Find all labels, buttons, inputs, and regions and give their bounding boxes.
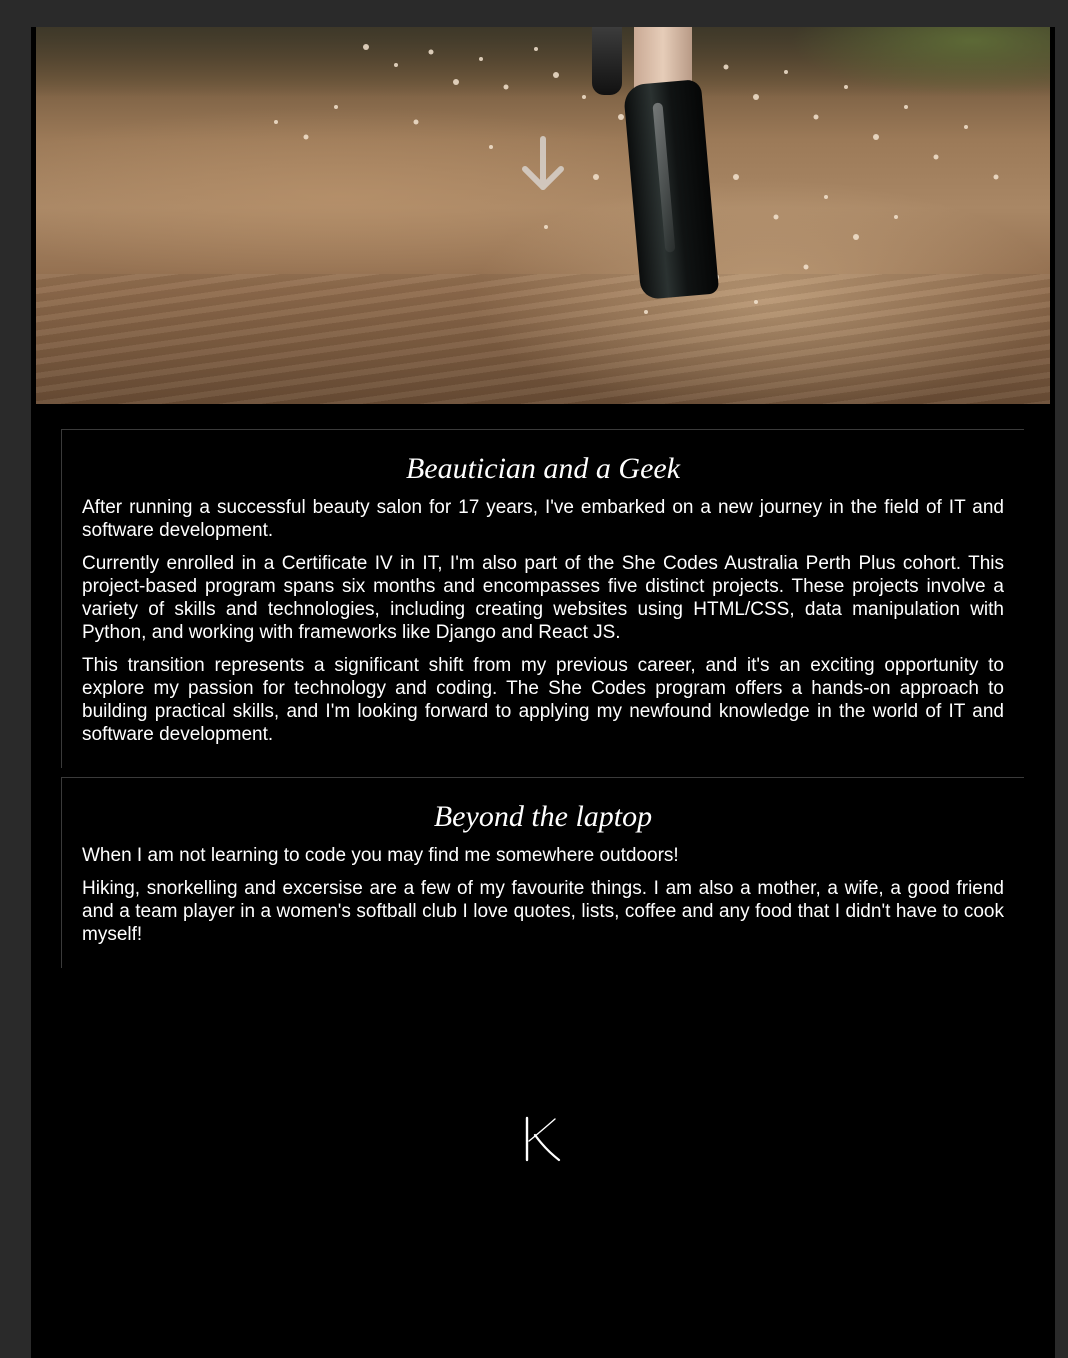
paragraph: Hiking, snorkelling and excersise are a … bbox=[82, 878, 1004, 945]
paragraph: After running a successful beauty salon … bbox=[82, 497, 1004, 541]
k-monogram-logo[interactable] bbox=[521, 1115, 565, 1163]
paragraph: When I am not learning to code you may f… bbox=[82, 845, 679, 866]
section-title: Beautician and a Geek bbox=[405, 452, 681, 485]
arrow-down-icon[interactable] bbox=[520, 135, 566, 193]
section-title: Beyond the laptop bbox=[433, 800, 653, 833]
page-container: Beautician and a Geek After running a su… bbox=[31, 27, 1055, 1358]
about-section: Beautician and a Geek After running a su… bbox=[61, 429, 1024, 768]
hero-image bbox=[36, 27, 1050, 404]
beyond-section: Beyond the laptop When I am not learning… bbox=[61, 777, 1024, 968]
water-splash-droplets bbox=[274, 44, 999, 314]
paragraph: Currently enrolled in a Certificate IV i… bbox=[82, 553, 1004, 643]
paragraph: This transition represents a significant… bbox=[82, 655, 1004, 745]
hand-holding-item bbox=[592, 27, 622, 95]
